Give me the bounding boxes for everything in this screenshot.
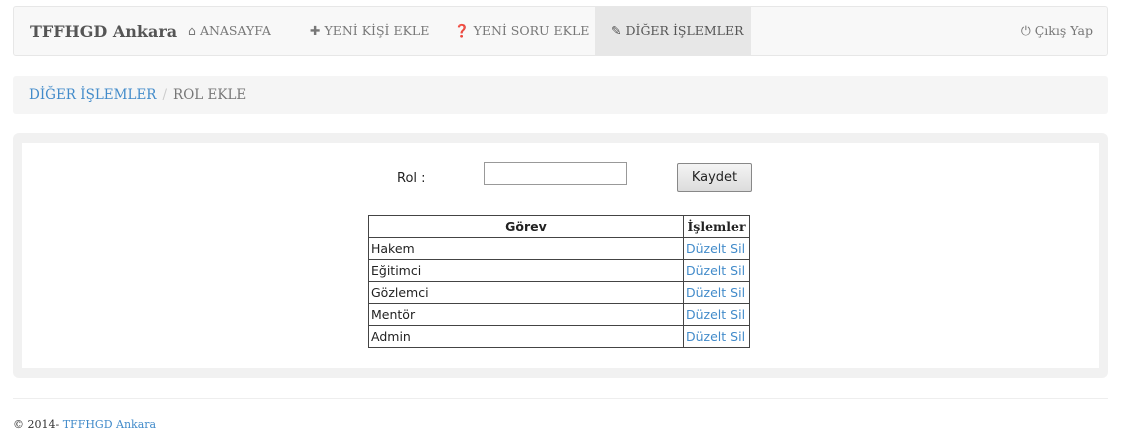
row-actions: Düzelt Sil xyxy=(683,303,750,326)
footer: © 2014- TFFHGD Ankara xyxy=(13,418,156,431)
role-name: Hakem xyxy=(368,237,684,260)
plus-icon: ✚ xyxy=(310,23,321,38)
table-row: Gözlemci Düzelt Sil xyxy=(368,281,750,304)
table-row: Hakem Düzelt Sil xyxy=(368,237,750,260)
breadcrumb-current: ROL EKLE xyxy=(173,87,247,103)
breadcrumb-separator: / xyxy=(162,87,168,103)
rol-label: Rol : xyxy=(397,171,426,186)
edit-link[interactable]: Düzelt xyxy=(686,241,726,256)
edit-link[interactable]: Düzelt xyxy=(686,307,726,322)
role-name: Eğitimci xyxy=(368,259,684,282)
breadcrumb: DİĞER İŞLEMLER / ROL EKLE xyxy=(13,76,1108,114)
table-row: Admin Düzelt Sil xyxy=(368,325,750,348)
table-row: Mentör Düzelt Sil xyxy=(368,303,750,326)
row-actions: Düzelt Sil xyxy=(683,281,750,304)
delete-link[interactable]: Sil xyxy=(730,241,745,256)
edit-icon: ✎ xyxy=(611,23,622,38)
edit-link[interactable]: Düzelt xyxy=(686,285,726,300)
nav-item-label: YENİ KİŞİ EKLE xyxy=(324,23,430,38)
column-header-gorev: Görev xyxy=(368,215,684,238)
question-icon: ❓ xyxy=(454,23,470,38)
breadcrumb-parent-link[interactable]: DİĞER İŞLEMLER xyxy=(29,87,156,103)
power-icon: ⏻ xyxy=(1020,23,1031,38)
home-icon: ⌂ xyxy=(188,23,196,38)
edit-link[interactable]: Düzelt xyxy=(686,263,726,278)
nav-item-yeni-soru-ekle[interactable]: ❓ YENİ SORU EKLE xyxy=(454,7,589,55)
column-header-islemler: İşlemler xyxy=(683,215,750,238)
delete-link[interactable]: Sil xyxy=(730,329,745,344)
delete-link[interactable]: Sil xyxy=(730,285,745,300)
nav-item-anasayfa[interactable]: ⌂ ANASAYFA xyxy=(188,7,271,55)
delete-link[interactable]: Sil xyxy=(730,263,745,278)
logout-label: Çıkış Yap xyxy=(1034,23,1093,38)
table-row: Eğitimci Düzelt Sil xyxy=(368,259,750,282)
edit-link[interactable]: Düzelt xyxy=(686,329,726,344)
row-actions: Düzelt Sil xyxy=(683,325,750,348)
footer-copyright: © 2014- xyxy=(13,418,60,431)
footer-divider xyxy=(13,398,1108,399)
role-name: Gözlemci xyxy=(368,281,684,304)
footer-link[interactable]: TFFHGD Ankara xyxy=(63,418,156,431)
row-actions: Düzelt Sil xyxy=(683,259,750,282)
role-name: Mentör xyxy=(368,303,684,326)
role-name: Admin xyxy=(368,325,684,348)
delete-link[interactable]: Sil xyxy=(730,307,745,322)
row-actions: Düzelt Sil xyxy=(683,237,750,260)
roles-table: Görev İşlemler Hakem Düzelt Sil Eğitimci… xyxy=(368,215,750,348)
top-navbar: TFFHGD Ankara ⌂ ANASAYFA ✚ YENİ KİŞİ EKLE … xyxy=(13,6,1108,56)
nav-item-label: ANASAYFA xyxy=(199,23,271,38)
table-header-row: Görev İşlemler xyxy=(368,215,750,238)
nav-item-yeni-kisi-ekle[interactable]: ✚ YENİ KİŞİ EKLE xyxy=(310,7,429,55)
rol-input[interactable] xyxy=(484,162,627,185)
nav-item-diger-islemler[interactable]: ✎ DİĞER İŞLEMLER xyxy=(595,7,751,55)
save-button[interactable]: Kaydet xyxy=(677,163,752,192)
nav-item-label: DİĞER İŞLEMLER xyxy=(625,23,744,38)
brand-link[interactable]: TFFHGD Ankara xyxy=(30,7,177,57)
nav-item-label: YENİ SORU EKLE xyxy=(473,23,590,38)
logout-link[interactable]: ⏻ Çıkış Yap xyxy=(1021,7,1093,55)
